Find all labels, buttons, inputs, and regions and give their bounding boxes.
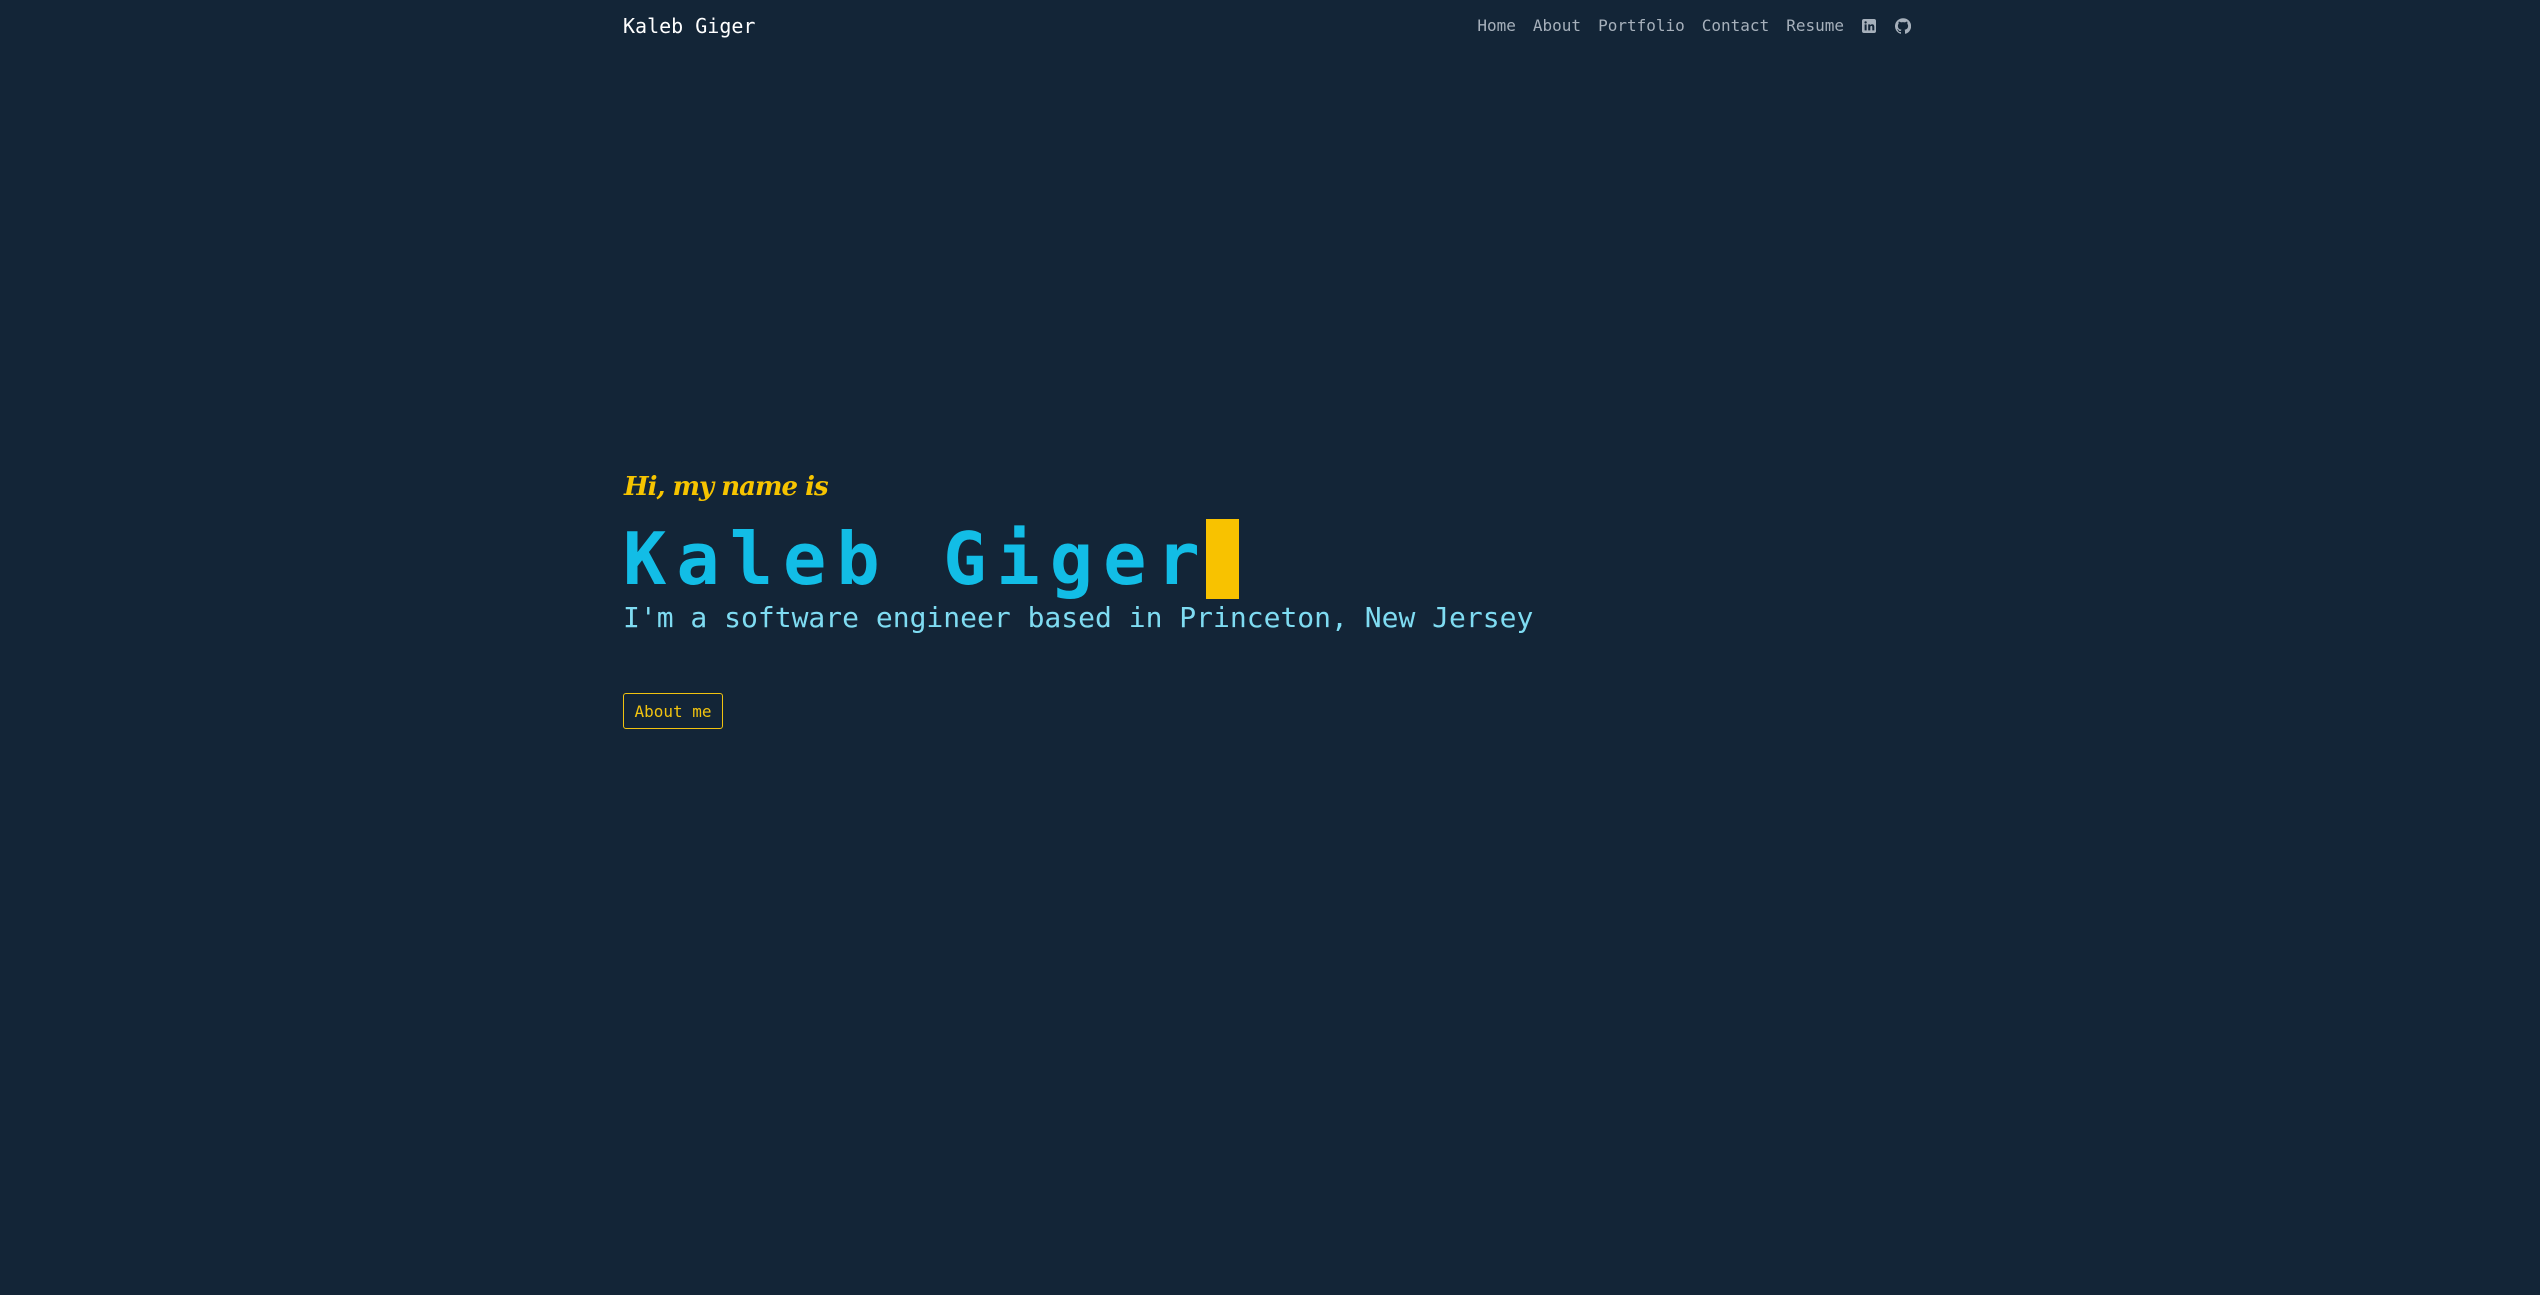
nav-link-home[interactable]: Home xyxy=(1477,14,1516,38)
nav-link-resume[interactable]: Resume xyxy=(1786,14,1844,38)
nav-link-about[interactable]: About xyxy=(1533,14,1581,38)
github-icon[interactable] xyxy=(1894,17,1912,35)
about-me-button[interactable]: About me xyxy=(623,693,723,729)
hero-greeting: Hi, my name is xyxy=(624,472,829,502)
linkedin-icon[interactable] xyxy=(1860,17,1878,35)
nav-links: Home About Portfolio Contact Resume xyxy=(1477,14,1912,38)
nav-link-portfolio[interactable]: Portfolio xyxy=(1598,14,1685,38)
hero-tagline: I'm a software engineer based in Princet… xyxy=(623,601,1534,634)
nav-link-contact[interactable]: Contact xyxy=(1702,14,1769,38)
hero-name-row: Kaleb Giger xyxy=(623,514,1239,604)
brand-link[interactable]: Kaleb Giger xyxy=(623,13,755,39)
typing-cursor xyxy=(1205,519,1239,599)
top-navbar: Kaleb Giger Home About Portfolio Contact… xyxy=(0,0,2540,52)
hero-name: Kaleb Giger xyxy=(623,517,1210,601)
